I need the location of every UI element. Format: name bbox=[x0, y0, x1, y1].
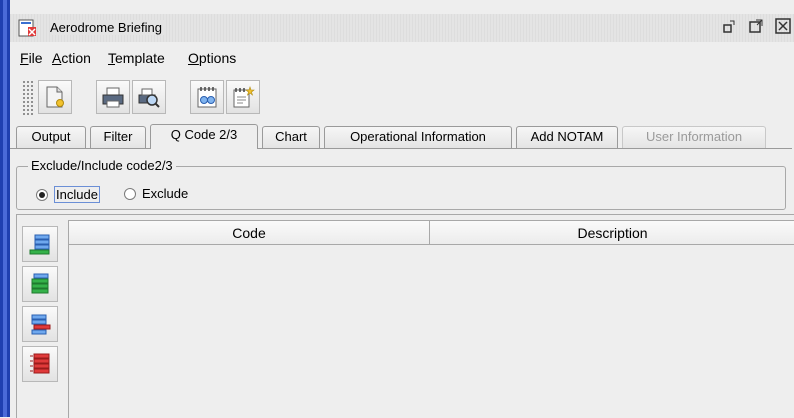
menu-file-rest: ile bbox=[28, 50, 43, 66]
restore-icon[interactable] bbox=[720, 18, 738, 36]
app-icon bbox=[18, 19, 38, 37]
menu-options-rest: ptions bbox=[198, 50, 237, 66]
title-bar[interactable]: Aerodrome Briefing bbox=[10, 14, 794, 42]
add-row-icon bbox=[29, 234, 50, 255]
remove-row-icon bbox=[31, 314, 51, 335]
print-preview-icon bbox=[138, 88, 160, 108]
new-note-icon bbox=[233, 86, 255, 108]
tab-operational-information[interactable]: Operational Information bbox=[324, 126, 512, 148]
tab-output[interactable]: Output bbox=[16, 126, 86, 148]
toolbar-grip[interactable] bbox=[22, 80, 34, 116]
new-note-button[interactable] bbox=[226, 80, 260, 114]
remove-row-button[interactable] bbox=[22, 306, 58, 342]
new-document-icon bbox=[46, 86, 64, 108]
tab-filter[interactable]: Filter bbox=[90, 126, 146, 148]
column-header-description[interactable]: Description bbox=[430, 221, 794, 245]
close-icon[interactable] bbox=[774, 18, 792, 36]
window-title: Aerodrome Briefing bbox=[50, 20, 166, 35]
group-title: Exclude/Include code2/3 bbox=[28, 158, 176, 173]
include-radio[interactable]: Include bbox=[36, 186, 100, 203]
exclude-radio[interactable]: Exclude bbox=[124, 186, 188, 201]
add-row-button[interactable] bbox=[22, 226, 58, 262]
print-preview-button[interactable] bbox=[132, 80, 166, 114]
tab-add-notam[interactable]: Add NOTAM bbox=[516, 126, 618, 148]
menu-action-rest: ction bbox=[61, 50, 91, 66]
toolbar bbox=[10, 76, 794, 120]
menu-bar: File Action Template Options bbox=[10, 46, 794, 70]
window-frame bbox=[0, 0, 10, 417]
menu-file[interactable]: File bbox=[20, 50, 43, 66]
new-document-button[interactable] bbox=[38, 80, 72, 114]
tab-chart[interactable]: Chart bbox=[262, 126, 320, 148]
print-button[interactable] bbox=[96, 80, 130, 114]
maximize-icon[interactable] bbox=[747, 18, 765, 36]
print-icon bbox=[102, 87, 124, 108]
include-radio-dot[interactable] bbox=[36, 188, 48, 201]
clear-rows-button[interactable] bbox=[22, 346, 58, 382]
clear-rows-icon bbox=[30, 353, 50, 374]
exclude-label: Exclude bbox=[142, 186, 189, 201]
menu-action[interactable]: Action bbox=[52, 50, 91, 66]
tab-user-information: User Information bbox=[622, 126, 766, 148]
notes-icon bbox=[197, 87, 217, 108]
include-label: Include bbox=[54, 186, 100, 203]
tab-strip: Output Filter Q Code 2/3 Chart Operation… bbox=[10, 124, 794, 149]
menu-template-rest: emplate bbox=[115, 50, 165, 66]
insert-row-button[interactable] bbox=[22, 266, 58, 302]
menu-options[interactable]: Options bbox=[188, 50, 236, 66]
insert-row-icon bbox=[31, 273, 49, 294]
menu-template[interactable]: Template bbox=[108, 50, 165, 66]
tab-q-code[interactable]: Q Code 2/3 bbox=[150, 124, 258, 149]
column-header-code[interactable]: Code bbox=[69, 221, 430, 245]
notes-button[interactable] bbox=[190, 80, 224, 114]
exclude-radio-dot[interactable] bbox=[124, 187, 136, 200]
application-window: Aerodrome Briefing File Action Template … bbox=[0, 0, 794, 418]
code-table[interactable]: Code Description bbox=[68, 220, 794, 418]
